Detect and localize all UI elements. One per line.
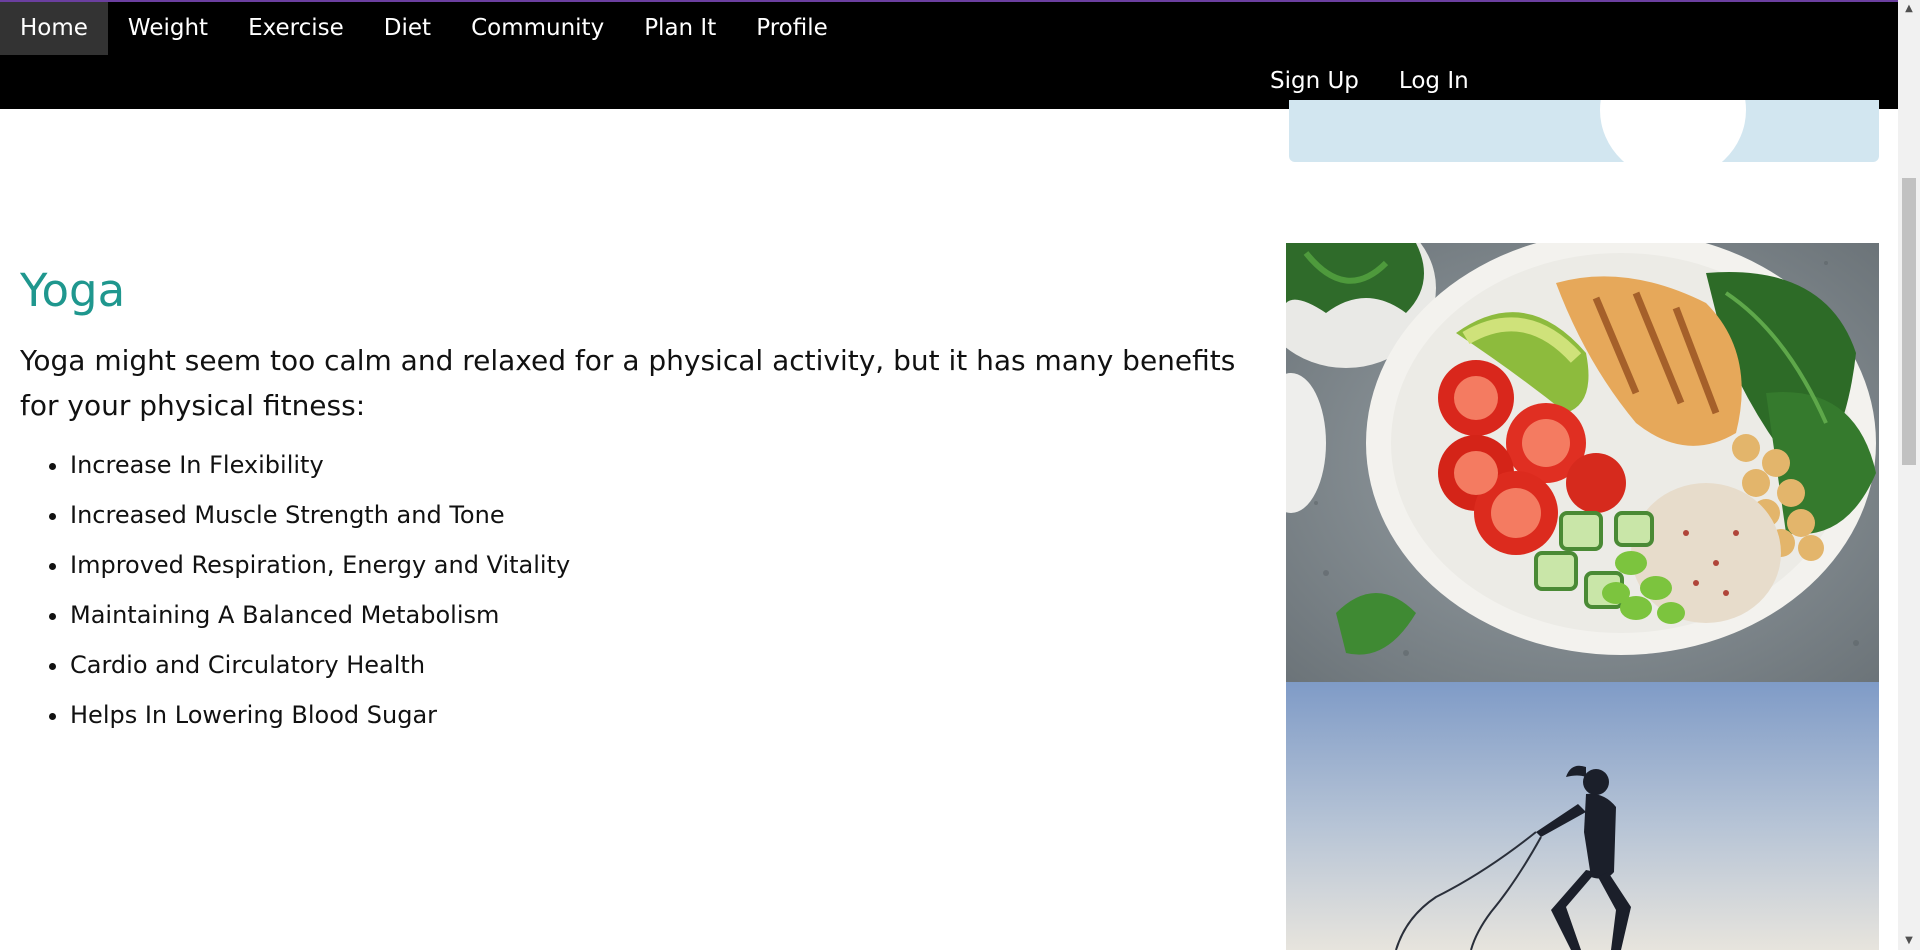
nav-exercise[interactable]: Exercise — [228, 1, 364, 55]
nav-diet[interactable]: Diet — [364, 1, 451, 55]
section-title: Yoga — [20, 264, 126, 317]
nav-plan-it[interactable]: Plan It — [624, 1, 736, 55]
vertical-scrollbar[interactable]: ▲ ▼ — [1898, 0, 1920, 950]
scroll-up-arrow-icon[interactable]: ▲ — [1898, 0, 1920, 18]
list-item: Maintaining A Balanced Metabolism — [70, 595, 570, 645]
salad-bowl-image — [1286, 243, 1879, 682]
list-item: Improved Respiration, Energy and Vitalit… — [70, 545, 570, 595]
benefits-list: Increase In Flexibility Increased Muscle… — [20, 445, 570, 745]
list-item: Increase In Flexibility — [70, 445, 570, 495]
card-circle-decoration — [1600, 100, 1746, 162]
section-intro: Yoga might seem too calm and relaxed for… — [20, 344, 1236, 422]
nav-community[interactable]: Community — [451, 1, 624, 55]
list-item: Helps In Lowering Blood Sugar — [70, 695, 570, 745]
nav-weight[interactable]: Weight — [108, 1, 228, 55]
info-card — [1289, 100, 1879, 162]
nav-home[interactable]: Home — [0, 1, 108, 55]
list-item: Increased Muscle Strength and Tone — [70, 495, 570, 545]
list-item: Cardio and Circulatory Health — [70, 645, 570, 695]
scroll-down-arrow-icon[interactable]: ▼ — [1898, 932, 1920, 950]
nav-profile[interactable]: Profile — [736, 1, 848, 55]
jump-rope-image — [1286, 682, 1879, 950]
nav-primary: Home Weight Exercise Diet Community Plan… — [0, 1, 848, 55]
scrollbar-thumb[interactable] — [1902, 178, 1916, 465]
top-navbar: Home Weight Exercise Diet Community Plan… — [0, 0, 1898, 109]
top-accent-line — [0, 0, 1920, 2]
